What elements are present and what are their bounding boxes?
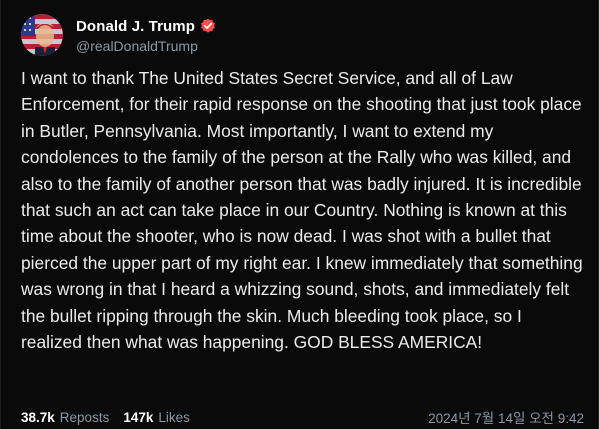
reposts-count: 38.7k: [21, 409, 55, 425]
author-handle[interactable]: @realDonaldTrump: [76, 38, 216, 54]
post-card: Donald J. Trump @realDonaldTrump I want …: [0, 0, 599, 429]
likes-label: Likes: [158, 409, 190, 425]
likes-count: 147k: [123, 409, 154, 425]
post-footer: 38.7k Reposts 147k Likes 2024년 7월 14일 오전…: [21, 407, 584, 427]
reposts-stat[interactable]: 38.7k Reposts: [21, 410, 109, 425]
avatar-image: [21, 14, 63, 56]
author-info: Donald J. Trump @realDonaldTrump: [76, 16, 216, 54]
post-header: Donald J. Trump @realDonaldTrump: [21, 14, 216, 56]
name-row: Donald J. Trump: [76, 16, 216, 36]
profile-avatar[interactable]: [21, 14, 63, 56]
post-timestamp[interactable]: 2024년 7월 14일 오전 9:42: [428, 407, 584, 427]
verified-badge-icon: [200, 18, 216, 34]
author-display-name[interactable]: Donald J. Trump: [76, 18, 195, 35]
post-body-text: I want to thank The United States Secret…: [21, 68, 583, 353]
likes-stat[interactable]: 147k Likes: [123, 410, 190, 425]
reposts-label: Reposts: [59, 409, 110, 425]
